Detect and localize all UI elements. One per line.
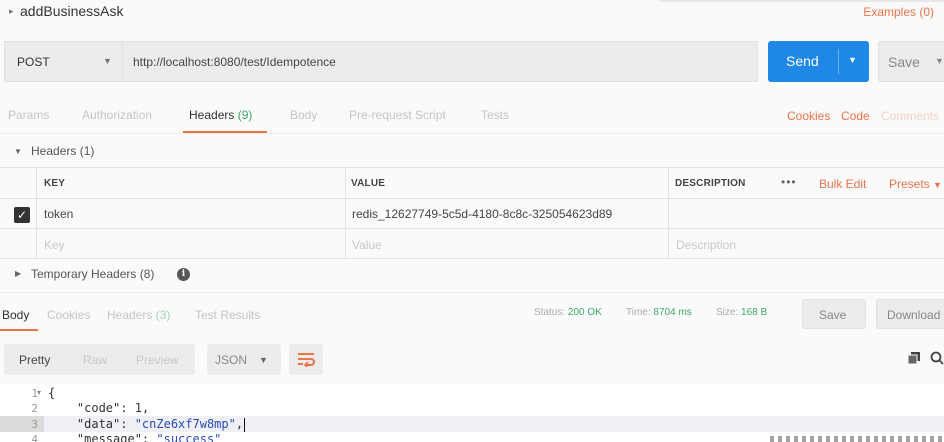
fold-icon[interactable]: ▾ [37, 388, 41, 397]
bulk-edit-link[interactable]: Bulk Edit [819, 177, 866, 191]
overlay-artifact [770, 436, 944, 442]
chevron-down-icon[interactable]: ▼ [848, 55, 857, 65]
collapse-caret-icon[interactable]: ▸ [9, 6, 14, 17]
download-button[interactable]: Download [876, 299, 944, 329]
presets-label: Presets [889, 177, 930, 191]
raw-button[interactable]: Raw [83, 353, 107, 367]
status-value: 200 OK [567, 307, 602, 318]
search-icon[interactable] [930, 351, 944, 365]
divider [36, 167, 37, 259]
response-tab-headers[interactable]: Headers (3) [107, 308, 170, 322]
code-line: "code": 1, [48, 401, 150, 415]
chevron-down-icon: ▼ [935, 56, 944, 66]
line-number: 4 [31, 433, 38, 442]
comments-link[interactable]: Comments [881, 109, 939, 123]
tab-pre-request-script[interactable]: Pre-request Script [349, 108, 446, 122]
download-label: Download [887, 308, 941, 322]
examples-link[interactable]: Examples (0) [863, 5, 934, 19]
tab-headers[interactable]: Headers (9) [189, 108, 252, 122]
time-value: 8704 ms [653, 307, 692, 318]
method-value: POST [17, 55, 50, 69]
request-name[interactable]: addBusinessAsk [20, 3, 124, 19]
wrap-lines-button[interactable] [289, 344, 323, 375]
response-tab-headers-count: (3) [155, 308, 171, 322]
tab-tests[interactable]: Tests [481, 108, 509, 122]
tab-headers-count: (9) [237, 108, 253, 122]
save-response-label: Save [819, 308, 847, 322]
send-label: Send [786, 53, 819, 69]
divider [0, 228, 944, 229]
line-number: 3 [31, 418, 38, 431]
new-value-input[interactable]: Value [352, 238, 382, 252]
url-input[interactable]: http://localhost:8080/test/Idempotence [122, 41, 758, 82]
active-tab-indicator [0, 329, 38, 331]
save-label: Save [888, 54, 920, 70]
tab-params[interactable]: Params [8, 108, 49, 122]
headers-section-title[interactable]: Headers (1) [31, 144, 94, 158]
header-key-cell[interactable]: token [44, 207, 73, 221]
url-value: http://localhost:8080/test/Idempotence [133, 55, 336, 69]
chevron-right-icon[interactable]: ▶ [15, 269, 21, 278]
divider [660, 0, 944, 2]
line-number: 1 [31, 387, 38, 400]
divider [345, 167, 346, 259]
size-value: 168 B [741, 307, 768, 318]
tab-body[interactable]: Body [290, 108, 317, 122]
time-label: Time: [626, 307, 651, 318]
send-button[interactable]: Send ▼ [768, 41, 869, 82]
header-value-cell[interactable]: redis_12627749-5c5d-4180-8c8c-325054623d… [352, 207, 612, 221]
pretty-button[interactable]: Pretty [19, 353, 50, 367]
response-tab-test-results[interactable]: Test Results [195, 308, 260, 322]
request-title-row: ▸ addBusinessAsk Examples (0) [0, 0, 944, 26]
new-description-input[interactable]: Description [676, 238, 736, 252]
column-header-key: KEY [44, 178, 66, 189]
chevron-down-icon: ▼ [933, 180, 942, 190]
divider [0, 198, 944, 199]
chevron-down-icon: ▼ [259, 355, 268, 365]
code-line: "message": "success" [48, 432, 222, 442]
divider [0, 258, 944, 259]
cookies-link[interactable]: Cookies [787, 109, 830, 123]
info-icon[interactable]: i [177, 268, 190, 281]
column-header-value: VALUE [351, 178, 386, 189]
preview-button[interactable]: Preview [136, 353, 179, 367]
save-button[interactable]: Save ▼ [878, 41, 944, 82]
tab-headers-label: Headers [189, 108, 235, 122]
status-label: Status: [534, 307, 566, 318]
presets-dropdown[interactable]: Presets ▼ [889, 177, 942, 191]
code-link[interactable]: Code [841, 109, 870, 123]
line-number: 2 [31, 402, 38, 415]
chevron-down-icon: ▼ [103, 56, 112, 66]
response-tab-cookies[interactable]: Cookies [47, 308, 90, 322]
divider [838, 49, 839, 74]
header-row-checkbox[interactable]: ✓ [14, 207, 30, 223]
size-readout: Size: 168 B [716, 307, 767, 318]
code-line: { [48, 386, 56, 400]
response-tab-body[interactable]: Body [2, 308, 29, 322]
format-value: JSON [215, 353, 248, 367]
more-options-icon[interactable]: ••• [781, 175, 797, 189]
wrap-lines-icon [298, 353, 315, 367]
save-response-button[interactable]: Save [802, 299, 866, 329]
format-select[interactable]: JSON ▼ [207, 344, 281, 375]
code-line: "data": "cnZe6xf7w8mp", [48, 417, 244, 431]
response-tab-headers-label: Headers [107, 308, 153, 322]
tab-authorization[interactable]: Authorization [82, 108, 152, 122]
divider [668, 167, 669, 259]
column-header-description: DESCRIPTION [675, 178, 746, 189]
temporary-headers-title[interactable]: Temporary Headers (8) [31, 267, 154, 281]
divider [0, 133, 944, 134]
text-cursor [244, 418, 245, 432]
view-mode-group: Pretty Raw Preview [4, 344, 195, 375]
new-key-input[interactable]: Key [44, 238, 65, 252]
chevron-down-icon[interactable]: ▼ [14, 147, 22, 156]
method-select[interactable]: POST ▼ [4, 41, 122, 82]
time-readout: Time: 8704 ms [626, 307, 692, 318]
status-readout: Status: 200 OK [534, 307, 602, 318]
size-label: Size: [716, 307, 739, 318]
copy-icon[interactable] [908, 352, 920, 364]
